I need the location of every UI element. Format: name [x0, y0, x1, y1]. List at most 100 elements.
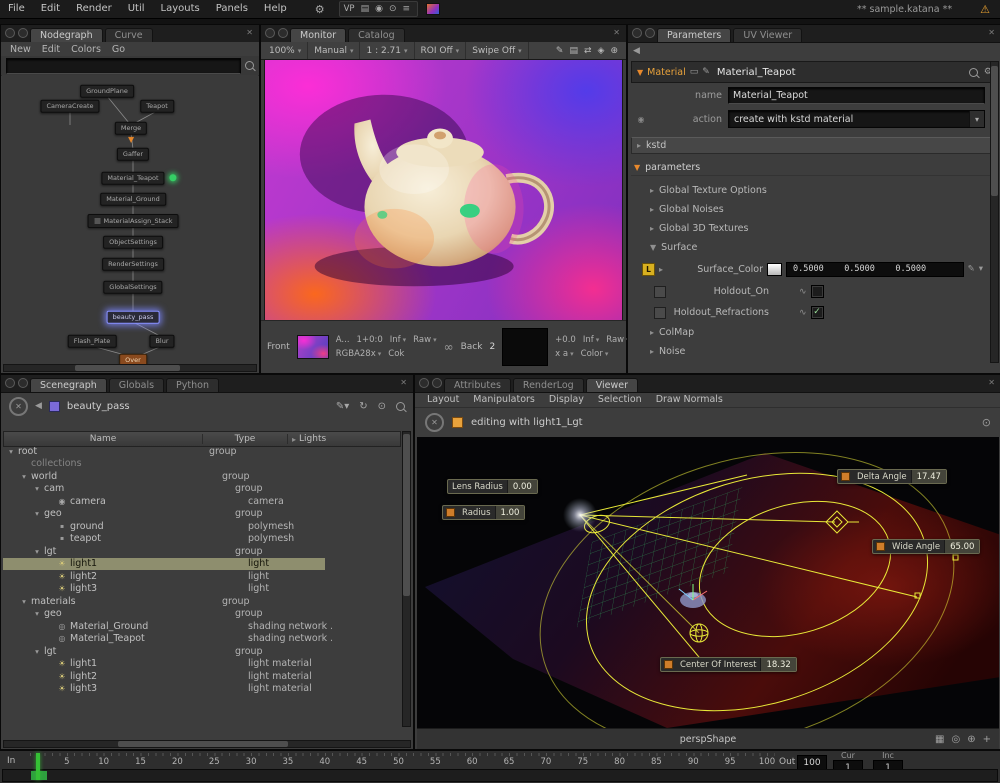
tab-parameters[interactable]: Parameters — [657, 28, 731, 42]
scrollbar-thumb[interactable] — [403, 434, 410, 596]
expander-icon[interactable]: ▸ — [650, 186, 654, 195]
frame-tick[interactable]: 50 — [393, 757, 404, 767]
color-swatch[interactable] — [767, 263, 782, 276]
edit-icon[interactable]: ✎ — [702, 67, 710, 77]
out-field[interactable]: 100 — [797, 755, 827, 770]
expander-icon[interactable]: ▸ — [650, 224, 654, 233]
frame-tick[interactable]: 5 — [64, 757, 69, 767]
scenegraph-row-materials[interactable]: ▾materialsgroup — [3, 595, 401, 608]
tab-monitor[interactable]: Monitor — [290, 28, 346, 42]
nodegraph-menu-edit[interactable]: Edit — [37, 44, 65, 55]
expander-open-icon[interactable]: ▼ — [637, 68, 643, 77]
front-buffer-setting[interactable]: A... — [336, 335, 350, 345]
timeline-range-slider[interactable] — [2, 769, 998, 782]
column-header-type[interactable]: Type — [203, 434, 288, 444]
scenegraph-row-light3[interactable]: ☀light3light — [3, 583, 401, 596]
refresh-icon[interactable]: ↻ — [359, 401, 367, 412]
nodegraph-menu-go[interactable]: Go — [107, 44, 130, 55]
graph-node-cameracreate[interactable]: CameraCreate — [40, 100, 99, 113]
tab-uv-viewer[interactable]: UV Viewer — [733, 28, 802, 42]
expander-open-icon[interactable]: ▾ — [33, 509, 41, 518]
scenegraph-row-cam[interactable]: ▾camgroup — [3, 483, 401, 496]
frame-tick[interactable]: 90 — [688, 757, 699, 767]
scenegraph-row-root[interactable]: ▾rootgroup — [3, 445, 401, 458]
frame-tick[interactable]: 85 — [651, 757, 662, 767]
toolbar-manual[interactable]: Manual▾ — [308, 42, 360, 59]
frame-tick[interactable]: 95 — [725, 757, 736, 767]
param-group-global-3d-textures[interactable]: ▸Global 3D Textures — [638, 219, 983, 238]
scenegraph-row-lgt[interactable]: ▾lgtgroup — [3, 645, 401, 658]
scenegraph-row-camera[interactable]: ◉cameracamera — [3, 495, 401, 508]
frame-tick[interactable]: 75 — [577, 757, 588, 767]
panel-menu-icon[interactable] — [432, 378, 442, 388]
scenegraph-row-light2[interactable]: ☀light2light — [3, 570, 401, 583]
tab-curve[interactable]: Curve — [105, 28, 153, 42]
viewer-menu-display[interactable]: Display — [543, 394, 590, 405]
scenegraph-row-ground[interactable]: ▪groundpolymesh — [3, 520, 401, 533]
frame-tick[interactable]: 10 — [98, 757, 109, 767]
power-icon[interactable]: ⊙ — [386, 4, 400, 14]
frame-tick[interactable]: 55 — [430, 757, 441, 767]
snapshot-icon[interactable]: ◉ — [372, 4, 386, 14]
menu-edit[interactable]: Edit — [33, 0, 68, 18]
panel-pin-icon[interactable] — [5, 28, 15, 38]
node-graph-canvas[interactable]: ▼ GroundPlaneCameraCreateTeapotMergeGaff… — [2, 75, 258, 365]
checkbox[interactable]: ✓ — [811, 306, 824, 319]
search-icon[interactable] — [969, 68, 978, 77]
scrollbar-thumb[interactable] — [118, 741, 289, 747]
param-group-global-noises[interactable]: ▸Global Noises — [638, 200, 983, 219]
viewer-menu-layout[interactable]: Layout — [421, 394, 465, 405]
expander-icon[interactable]: ▸ — [637, 141, 641, 150]
graph-node-rendersettings[interactable]: RenderSettings — [102, 258, 164, 271]
back-buffer-setting[interactable]: +0.0 — [555, 335, 576, 345]
orbit-icon[interactable]: ◎ — [951, 734, 960, 745]
expander-icon[interactable]: ▸ — [650, 328, 654, 337]
graph-node-beauty-pass[interactable]: beauty_pass — [107, 311, 160, 324]
menu-render[interactable]: Render — [68, 0, 120, 18]
playhead[interactable] — [36, 753, 40, 780]
tab-nodegraph[interactable]: Nodegraph — [30, 28, 103, 42]
power-icon[interactable]: ⊙ — [982, 416, 991, 429]
frame-tick[interactable]: 60 — [467, 757, 478, 767]
state-badge-icon[interactable]: ◉ — [636, 115, 646, 124]
frame-tick[interactable]: 20 — [172, 757, 183, 767]
front-buffer-thumbnail[interactable] — [297, 335, 329, 359]
panel-pin-icon[interactable] — [632, 28, 642, 38]
node-search-input[interactable] — [6, 58, 241, 74]
front-buffer-setting[interactable]: RGBA28x▾ — [336, 349, 382, 359]
frame-tick[interactable]: 25 — [209, 757, 220, 767]
expander-open-icon[interactable]: ▾ — [33, 647, 41, 656]
curve-toggle-icon[interactable]: ∿ — [799, 308, 807, 318]
scenegraph-row-material-teapot[interactable]: ◎Material_Teapotshading network ... — [3, 633, 401, 646]
back-icon[interactable]: ◀ — [633, 46, 640, 56]
expander-icon[interactable]: ▸ — [650, 205, 654, 214]
viewport-3d[interactable]: Lens Radius0.00Radius1.00Delta Angle17.4… — [417, 437, 999, 729]
menu-layouts[interactable]: Layouts — [153, 0, 208, 18]
menu-icon[interactable]: ≡ — [399, 4, 413, 14]
graph-node-materialassign-stack[interactable]: MaterialAssign_Stack — [88, 214, 179, 228]
scenegraph-row-world[interactable]: ▾worldgroup — [3, 470, 401, 483]
graph-node-material-ground[interactable]: Material_Ground — [100, 193, 166, 206]
scenegraph-row-light1[interactable]: ☀light1light material — [3, 658, 401, 671]
nodegraph-menu-colors[interactable]: Colors — [66, 44, 106, 55]
add-icon[interactable]: + — [983, 734, 991, 745]
viewer-menu-manipulators[interactable]: Manipulators — [467, 394, 541, 405]
locate-icon[interactable]: ⊕ — [967, 734, 975, 745]
manipulator-value-delta-angle[interactable]: Delta Angle17.47 — [837, 469, 947, 484]
scenegraph-row-light2[interactable]: ☀light2light material — [3, 670, 401, 683]
front-buffer-setting[interactable]: 1+0:0 — [357, 335, 383, 345]
tab-scenegraph[interactable]: Scenegraph — [30, 378, 107, 392]
scenegraph-row-lgt[interactable]: ▾lgtgroup — [3, 545, 401, 558]
menu-file[interactable]: File — [0, 0, 33, 18]
frame-tick[interactable]: 80 — [614, 757, 625, 767]
back-buffer-setting[interactable]: Color▾ — [581, 349, 609, 359]
scenegraph-row-material-ground[interactable]: ◎Material_Groundshading network ... — [3, 620, 401, 633]
frame-tick[interactable]: 15 — [135, 757, 146, 767]
back-buffer-setting[interactable]: Inf▾ — [583, 335, 599, 345]
expander-open-icon[interactable]: ▾ — [20, 472, 28, 481]
viewer-menu-draw-normals[interactable]: Draw Normals — [650, 394, 729, 405]
annotate-icon[interactable]: ▤ — [569, 46, 578, 56]
scenegraph-row-light1[interactable]: ☀light1light — [3, 558, 401, 571]
scenegraph-row-collections[interactable]: collections — [3, 458, 401, 471]
search-icon[interactable] — [245, 61, 254, 70]
